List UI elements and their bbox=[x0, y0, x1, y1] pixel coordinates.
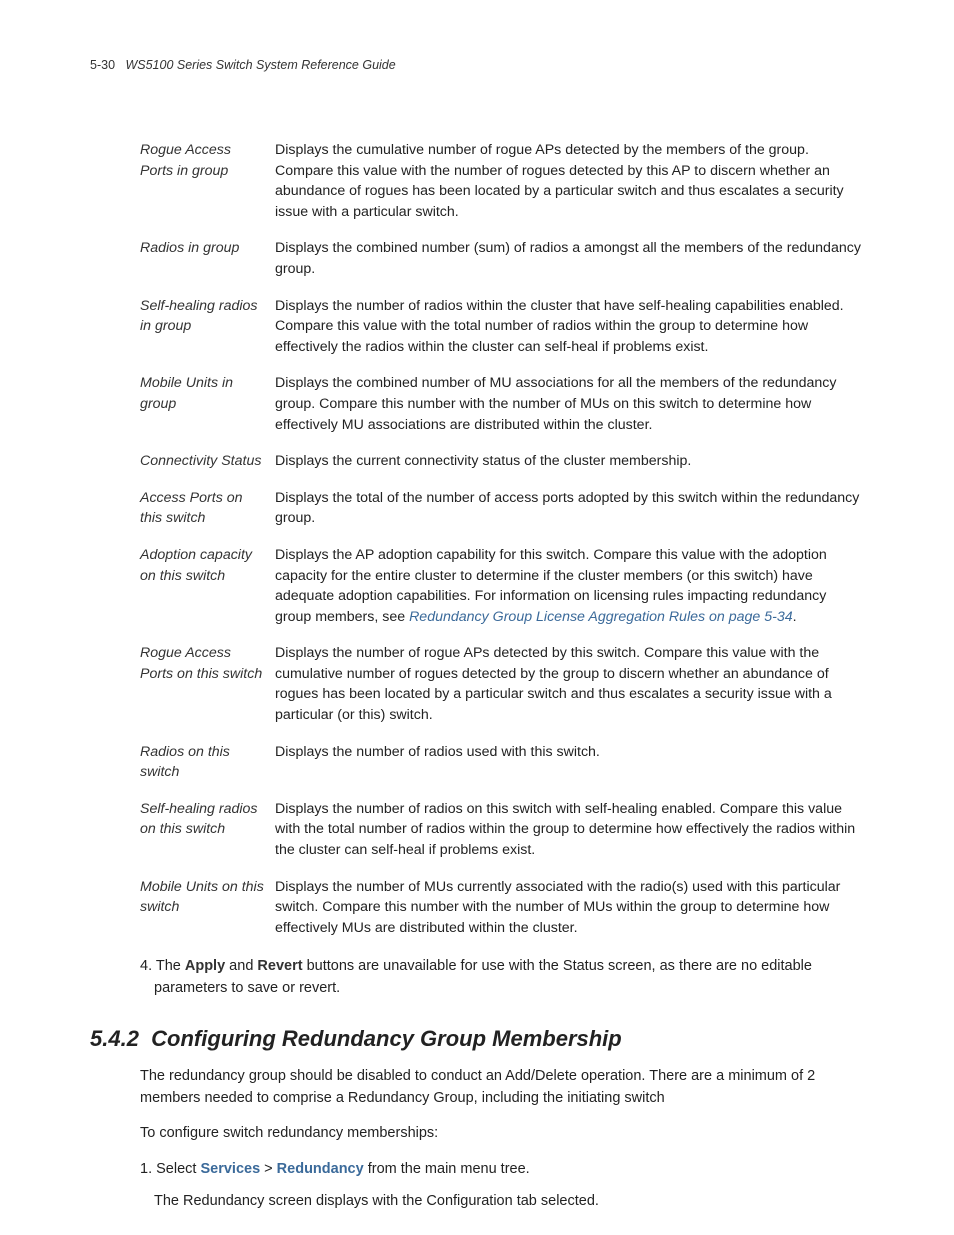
step-sub-text: The Redundancy screen displays with the … bbox=[154, 1191, 864, 1213]
page-number: 5-30 bbox=[90, 58, 115, 72]
definition-description: Displays the number of radios used with … bbox=[275, 742, 864, 783]
definition-description: Displays the cumulative number of rogue … bbox=[275, 140, 864, 222]
definition-row: Connectivity Status Displays the current… bbox=[140, 451, 864, 472]
definition-row: Mobile Units on this switch Displays the… bbox=[140, 877, 864, 939]
definition-row: Rogue Access Ports in group Displays the… bbox=[140, 140, 864, 222]
definition-term: Adoption capacity on this switch bbox=[140, 545, 275, 627]
definition-description: Displays the combined number of MU assoc… bbox=[275, 373, 864, 435]
definition-term: Connectivity Status bbox=[140, 451, 275, 472]
apply-label: Apply bbox=[185, 958, 225, 974]
definition-term: Access Ports on this switch bbox=[140, 488, 275, 529]
definition-term: Rogue Access Ports on this switch bbox=[140, 643, 275, 725]
section-heading: 5.4.2 Configuring Redundancy Group Membe… bbox=[90, 1026, 864, 1052]
definition-row: Adoption capacity on this switch Display… bbox=[140, 545, 864, 627]
document-title: WS5100 Series Switch System Reference Gu… bbox=[125, 58, 395, 72]
definition-description: Displays the number of radios on this sw… bbox=[275, 799, 864, 861]
step-item: 1. Select Services > Redundancy from the… bbox=[154, 1159, 864, 1181]
definition-term: Radios in group bbox=[140, 238, 275, 279]
definition-row: Access Ports on this switch Displays the… bbox=[140, 488, 864, 529]
definition-term: Self-healing radios on this switch bbox=[140, 799, 275, 861]
definition-row: Radios in group Displays the combined nu… bbox=[140, 238, 864, 279]
definition-description: Displays the number of radios within the… bbox=[275, 296, 864, 358]
definition-description: Displays the total of the number of acce… bbox=[275, 488, 864, 529]
definition-description: Displays the AP adoption capability for … bbox=[275, 545, 864, 627]
paragraph: The redundancy group should be disabled … bbox=[140, 1066, 864, 1110]
definition-term: Self-healing radios in group bbox=[140, 296, 275, 358]
numbered-note: 4. The Apply and Revert buttons are unav… bbox=[154, 956, 864, 1000]
definition-row: Mobile Units in group Displays the combi… bbox=[140, 373, 864, 435]
definition-term: Radios on this switch bbox=[140, 742, 275, 783]
definition-description: Displays the current connectivity status… bbox=[275, 451, 864, 472]
definition-description: Displays the number of MUs currently ass… bbox=[275, 877, 864, 939]
menu-path-item: Redundancy bbox=[277, 1161, 364, 1177]
cross-reference-link[interactable]: Redundancy Group License Aggregation Rul… bbox=[409, 609, 793, 625]
definition-term: Mobile Units in group bbox=[140, 373, 275, 435]
menu-path-item: Services bbox=[200, 1161, 260, 1177]
definition-term: Mobile Units on this switch bbox=[140, 877, 275, 939]
paragraph: To configure switch redundancy membershi… bbox=[140, 1123, 864, 1145]
page-header: 5-30 WS5100 Series Switch System Referen… bbox=[90, 58, 864, 72]
definition-row: Radios on this switch Displays the numbe… bbox=[140, 742, 864, 783]
definition-row: Self-healing radios on this switch Displ… bbox=[140, 799, 864, 861]
revert-label: Revert bbox=[257, 958, 302, 974]
definition-row: Rogue Access Ports on this switch Displa… bbox=[140, 643, 864, 725]
definition-description: Displays the combined number (sum) of ra… bbox=[275, 238, 864, 279]
definition-table: Rogue Access Ports in group Displays the… bbox=[140, 140, 864, 938]
definition-term: Rogue Access Ports in group bbox=[140, 140, 275, 222]
definition-row: Self-healing radios in group Displays th… bbox=[140, 296, 864, 358]
definition-description: Displays the number of rogue APs detecte… bbox=[275, 643, 864, 725]
